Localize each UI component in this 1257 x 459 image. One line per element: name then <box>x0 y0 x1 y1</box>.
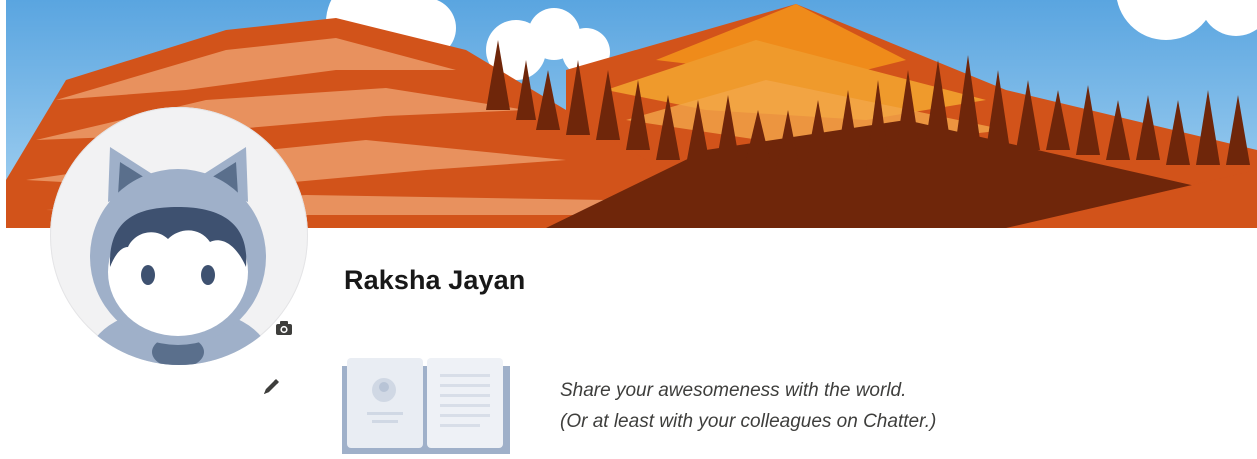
profile-name: Raksha Jayan <box>344 265 526 295</box>
pencil-icon[interactable] <box>259 375 283 399</box>
tagline-line-1: Share your awesomeness with the world. <box>560 380 907 401</box>
profile-avatar[interactable] <box>50 107 308 365</box>
tagline-line-2: (Or at least with your colleagues on Cha… <box>560 411 937 432</box>
empty-profile-tagline: Share your awesomeness with the world. (… <box>560 375 936 437</box>
astro-avatar-icon <box>89 147 269 365</box>
open-book-illustration <box>342 352 512 459</box>
camera-icon[interactable] <box>272 316 296 340</box>
